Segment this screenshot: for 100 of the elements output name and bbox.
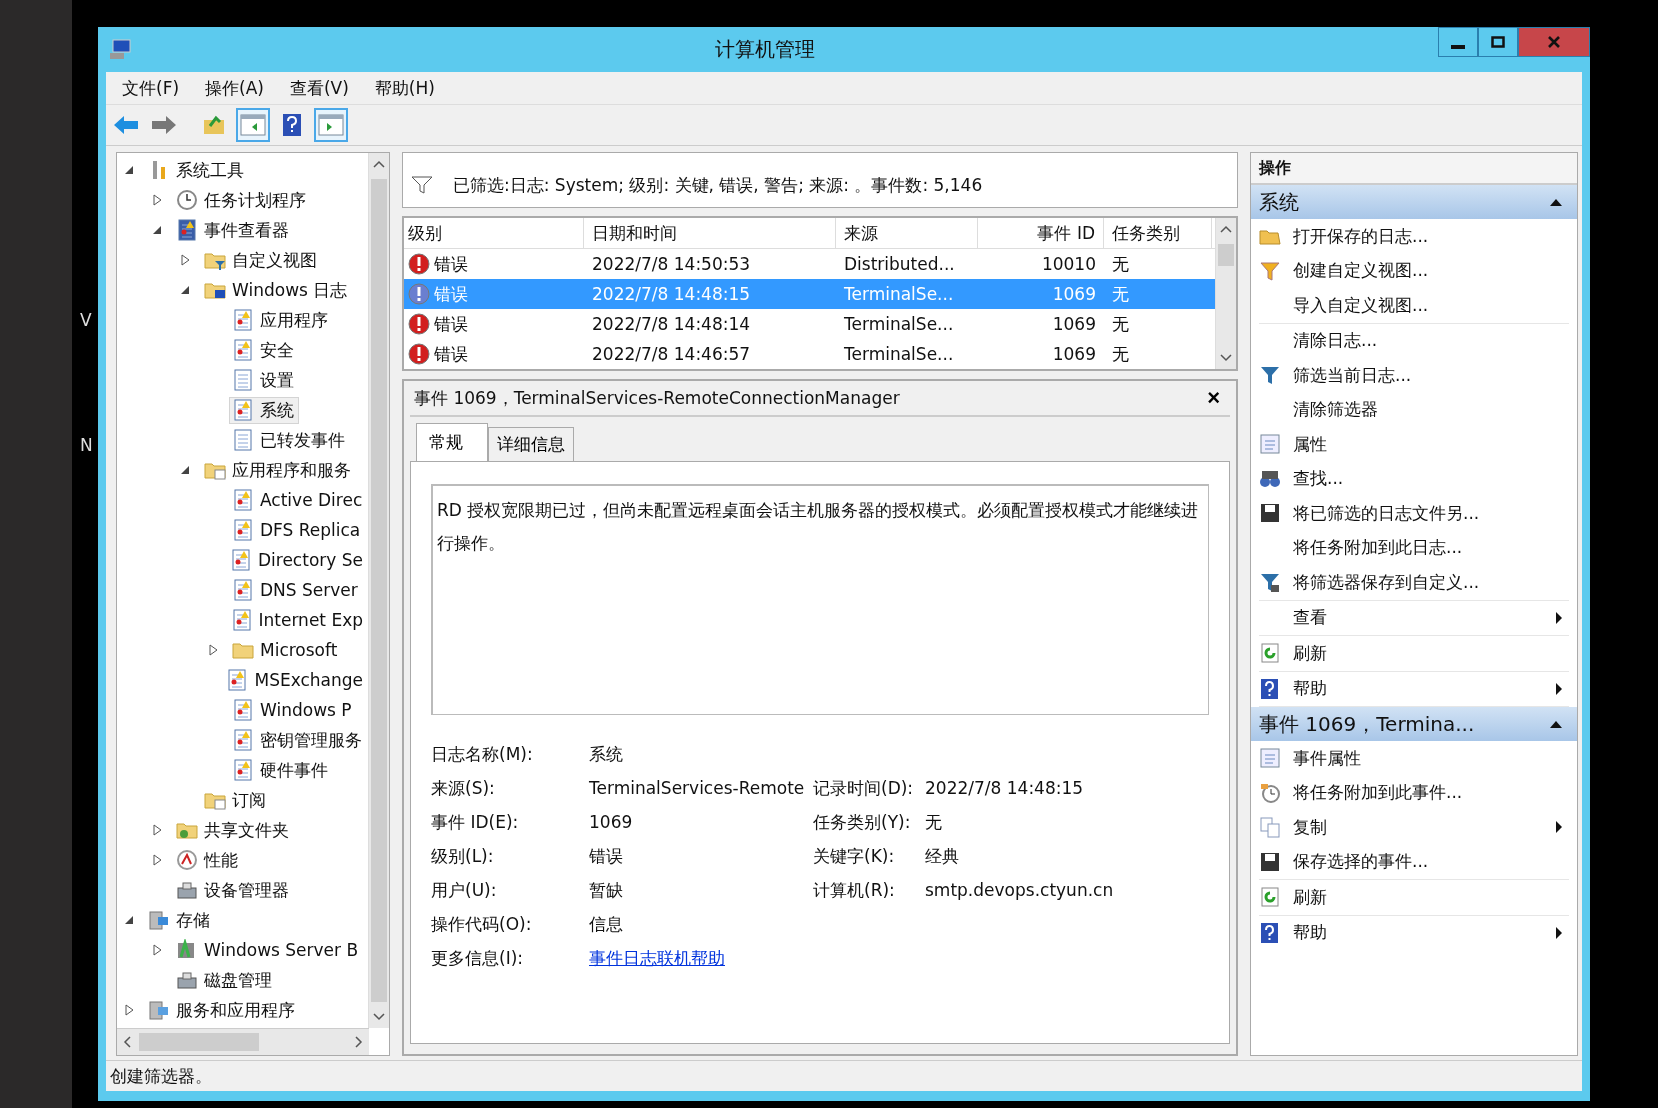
field-label: 操作代码(O): — [431, 912, 533, 936]
log-icon — [232, 309, 254, 331]
status-text: 创建筛选器。 — [110, 1064, 212, 1088]
tree-item[interactable]: 系统工具 — [145, 156, 249, 184]
tree-item[interactable]: 硬件事件 — [229, 756, 333, 784]
properties-icon — [1259, 433, 1281, 456]
pane-toggle-button[interactable] — [236, 108, 270, 142]
tree-item[interactable]: 设置 — [229, 366, 299, 394]
scroll-up-icon[interactable] — [1220, 225, 1232, 233]
tree-item[interactable]: 已转发事件 — [229, 426, 350, 454]
menu-item[interactable]: 文件(F) — [112, 73, 190, 103]
error-icon — [408, 253, 430, 275]
tree-item[interactable]: Microsoft — [229, 637, 343, 663]
action-item[interactable]: 将筛选器保存到自定义... — [1259, 565, 1569, 600]
tree-item[interactable]: 任务计划程序 — [173, 186, 311, 214]
field-label: 更多信息(I): — [431, 946, 524, 970]
action-item[interactable]: 属性 — [1259, 427, 1569, 462]
menu-item[interactable]: 帮助(H) — [364, 73, 445, 103]
tree-item[interactable]: Windows Server B — [173, 937, 364, 963]
action-item[interactable]: 查找... — [1259, 461, 1569, 496]
tree-item[interactable]: 存储 — [145, 906, 215, 934]
close-button[interactable] — [1518, 27, 1590, 57]
scrollbar[interactable] — [117, 1028, 369, 1055]
tree-item[interactable]: 事件查看器 — [173, 216, 294, 244]
scroll-down-icon[interactable] — [1220, 354, 1232, 362]
action-item[interactable]: 清除筛选器 — [1259, 392, 1569, 427]
tree-item[interactable]: 服务和应用程序 — [145, 996, 300, 1024]
scroll-thumb[interactable] — [1218, 244, 1234, 266]
scroll-thumb[interactable] — [371, 179, 387, 1002]
tree-item[interactable]: Windows P — [229, 697, 357, 723]
tree-item[interactable]: 安全 — [229, 336, 299, 364]
scroll-right-icon[interactable] — [355, 1036, 363, 1048]
action-item[interactable]: 将任务附加到此事件... — [1259, 775, 1569, 810]
action-item[interactable]: 帮助 — [1259, 671, 1569, 706]
scroll-left-icon[interactable] — [123, 1036, 131, 1048]
pane-icon — [318, 114, 344, 136]
action-item[interactable]: 将已筛选的日志文件另... — [1259, 496, 1569, 531]
field-label: 用户(U): — [431, 878, 498, 902]
action-item[interactable]: 帮助 — [1259, 915, 1569, 950]
action-item[interactable]: 打开保存的日志... — [1259, 219, 1569, 254]
tree-item[interactable]: Directory Se — [227, 547, 368, 573]
help-link[interactable]: 事件日志联机帮助 — [589, 946, 813, 970]
section-header[interactable]: 系统 — [1251, 185, 1577, 219]
action-item[interactable]: 创建自定义视图... — [1259, 253, 1569, 288]
action-item[interactable]: 筛选当前日志... — [1259, 358, 1569, 393]
tree-item[interactable]: Active Direc — [229, 487, 368, 513]
tree-item[interactable]: 订阅 — [201, 786, 271, 814]
filter-summary: 已筛选:日志: System; 级别: 关键, 错误, 警告; 来源: 。事件数: 5,146 — [453, 173, 983, 197]
action-item[interactable]: 清除日志... — [1259, 323, 1569, 358]
event-row[interactable]: 错误 2022/7/8 14:46:57 TerminalSe... 1069 无 — [404, 339, 1215, 369]
event-row[interactable]: 错误 2022/7/8 14:48:14 TerminalSe... 1069 无 — [404, 309, 1215, 339]
scrollbar[interactable] — [368, 153, 389, 1028]
tree-item[interactable]: 磁盘管理 — [173, 966, 277, 994]
column-header[interactable]: 任务类别 — [1104, 218, 1212, 248]
tree-item[interactable]: Windows 日志 — [201, 276, 353, 304]
scrollbar[interactable] — [1215, 218, 1236, 369]
action-item[interactable]: 导入自定义视图... — [1259, 288, 1569, 323]
menu-item[interactable]: 操作(A) — [195, 73, 274, 103]
column-header[interactable]: 来源 — [836, 218, 978, 248]
action-item[interactable]: 查看 — [1259, 600, 1569, 635]
minimize-button[interactable] — [1438, 27, 1478, 57]
tab[interactable]: 详细信息 — [488, 427, 574, 461]
close-button[interactable]: × — [1197, 385, 1230, 411]
maximize-button[interactable] — [1478, 27, 1518, 57]
tree-item[interactable]: 性能 — [173, 846, 243, 874]
event-description: RD 授权宽限期已过，但尚未配置远程桌面会话主机服务器的授权模式。必须配置授权模式才能继续进行操作。 — [437, 500, 1199, 553]
action-item[interactable]: 刷新 — [1259, 636, 1569, 671]
tree-item[interactable]: 自定义视图 — [201, 246, 322, 274]
tree-item[interactable]: 共享文件夹 — [173, 816, 294, 844]
action-item[interactable]: 刷新 — [1259, 880, 1569, 915]
column-header[interactable]: 日期和时间 — [584, 218, 836, 248]
tree-item[interactable]: 应用程序 — [229, 306, 333, 334]
tree-item[interactable]: Internet Exp — [227, 607, 368, 633]
level-text: 错误 — [434, 282, 468, 306]
section-header[interactable]: 事件 1069，Termina... — [1251, 707, 1577, 741]
tree-item[interactable]: 设备管理器 — [173, 876, 294, 904]
tree-item[interactable]: 系统 — [229, 396, 299, 424]
menu-item[interactable]: 查看(V) — [279, 73, 359, 103]
funnel-icon — [1259, 571, 1281, 594]
scroll-down-icon[interactable] — [373, 1013, 385, 1021]
tree-item[interactable]: 密钥管理服务 — [229, 726, 367, 754]
pane-toggle-button[interactable] — [314, 108, 348, 142]
tree-item[interactable]: DNS Server — [229, 577, 363, 603]
action-item[interactable]: 保存选择的事件... — [1259, 844, 1569, 879]
clock-icon — [176, 189, 198, 211]
column-header[interactable]: 事件 ID — [978, 218, 1104, 248]
table-cell-text: 无 — [1111, 282, 1130, 306]
tree-item[interactable]: 应用程序和服务 — [201, 456, 356, 484]
tree-item[interactable]: DFS Replica — [229, 517, 366, 543]
column-header[interactable]: 级别 — [404, 218, 584, 248]
tree-item[interactable]: MSExchange — [223, 667, 368, 693]
scroll-up-icon[interactable] — [373, 160, 385, 168]
action-item[interactable]: 将任务附加到此日志... — [1259, 530, 1569, 565]
action-item[interactable]: 事件属性 — [1259, 741, 1569, 776]
event-row[interactable]: 错误 2022/7/8 14:50:53 Distributed... 10010 无 — [404, 249, 1215, 279]
action-item[interactable]: 复制 — [1259, 810, 1569, 845]
tab[interactable]: 常规 — [416, 423, 488, 461]
error-icon — [408, 343, 430, 365]
table-cell-text: 1069 — [1051, 343, 1097, 366]
scroll-thumb[interactable] — [139, 1033, 259, 1051]
